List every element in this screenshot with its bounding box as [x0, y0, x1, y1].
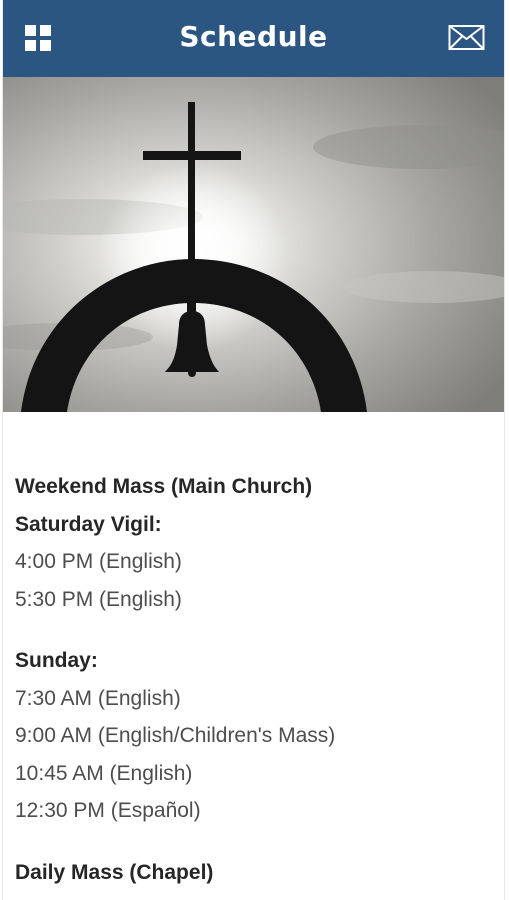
mass-time: 9:00 AM (English/Children's Mass) [15, 724, 336, 747]
mass-time: 7:30 AM (English) [15, 686, 181, 710]
app-header: Schedule [3, 0, 504, 77]
mass-time: 10:45 AM (English) [15, 761, 193, 785]
hero-image [3, 77, 504, 412]
page-title: Schedule [179, 20, 328, 53]
weekend-mass-heading: Weekend Mass (Main Church) [15, 475, 313, 498]
daily-mass-heading: Daily Mass (Chapel) [15, 860, 214, 884]
sunday-heading: Sunday: [15, 649, 98, 672]
mass-time: 12:30 PM (Español) [15, 799, 201, 822]
mass-time: 4:00 PM (English) [15, 550, 182, 573]
envelope-icon[interactable] [448, 24, 486, 52]
mass-time: 5:30 PM (English) [15, 587, 182, 611]
app-frame: Schedule Weekend Mass (Main Church) Satu… [2, 0, 505, 900]
schedule-content: Weekend Mass (Main Church) Saturday Vigi… [15, 468, 492, 891]
saturday-vigil-heading: Saturday Vigil: [15, 512, 162, 536]
